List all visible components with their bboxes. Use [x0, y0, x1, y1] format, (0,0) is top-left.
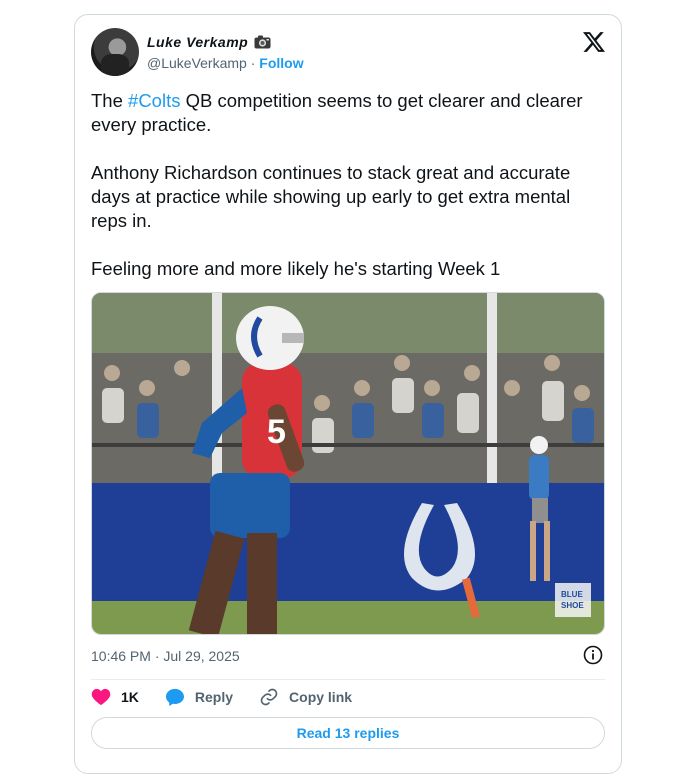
link-icon — [259, 687, 279, 707]
info-icon[interactable] — [583, 645, 603, 665]
tweet-card: Luke Verkamp @LukeVerkamp · Follow The #… — [74, 14, 622, 774]
follow-button[interactable]: Follow — [259, 55, 303, 71]
avatar[interactable] — [91, 28, 139, 76]
hashtag-link[interactable]: #Colts — [128, 90, 180, 111]
watermark-line-1: BLUE — [561, 590, 583, 599]
like-count: 1K — [121, 689, 139, 705]
tweet-text-pre: The — [91, 90, 129, 111]
copy-link-button[interactable]: Copy link — [259, 687, 352, 707]
reply-button[interactable]: Reply — [165, 688, 233, 706]
watermark-line-2: SHOE — [561, 601, 584, 610]
reply-bubble-icon — [165, 688, 185, 706]
author-name-row: Luke Verkamp — [147, 34, 271, 50]
read-replies-button[interactable]: Read 13 replies — [91, 717, 605, 749]
tweet-paragraph-3: Feeling more and more likely he's starti… — [91, 258, 501, 279]
divider — [91, 679, 605, 680]
heart-icon — [91, 688, 111, 706]
author-handle-row: @LukeVerkamp · Follow — [147, 55, 304, 71]
tweet-photo[interactable]: 5 BLUE SHOE — [91, 292, 605, 635]
tweet-paragraph-2: Anthony Richardson continues to stack gr… — [91, 162, 571, 231]
jersey-number: 5 — [267, 413, 286, 451]
reply-label: Reply — [194, 689, 234, 705]
tweet-paragraph-1: The #Colts QB competition seems to get c… — [91, 89, 611, 137]
tweet-timestamp[interactable]: 10:46 PM · Jul 29, 2025 — [91, 648, 240, 664]
author-display-name[interactable]: Luke Verkamp — [147, 34, 248, 50]
handle-separator: · — [246, 55, 260, 71]
action-bar: 1K Reply Copy link — [91, 687, 378, 707]
like-button[interactable]: 1K — [91, 688, 139, 706]
copy-link-label: Copy link — [289, 689, 353, 705]
author-handle[interactable]: @LukeVerkamp — [147, 55, 247, 71]
photo-scene: 5 BLUE SHOE — [92, 293, 604, 634]
camera-icon — [254, 35, 271, 49]
tweet-text: The #Colts QB competition seems to get c… — [91, 89, 611, 305]
x-logo-icon[interactable] — [583, 31, 605, 53]
